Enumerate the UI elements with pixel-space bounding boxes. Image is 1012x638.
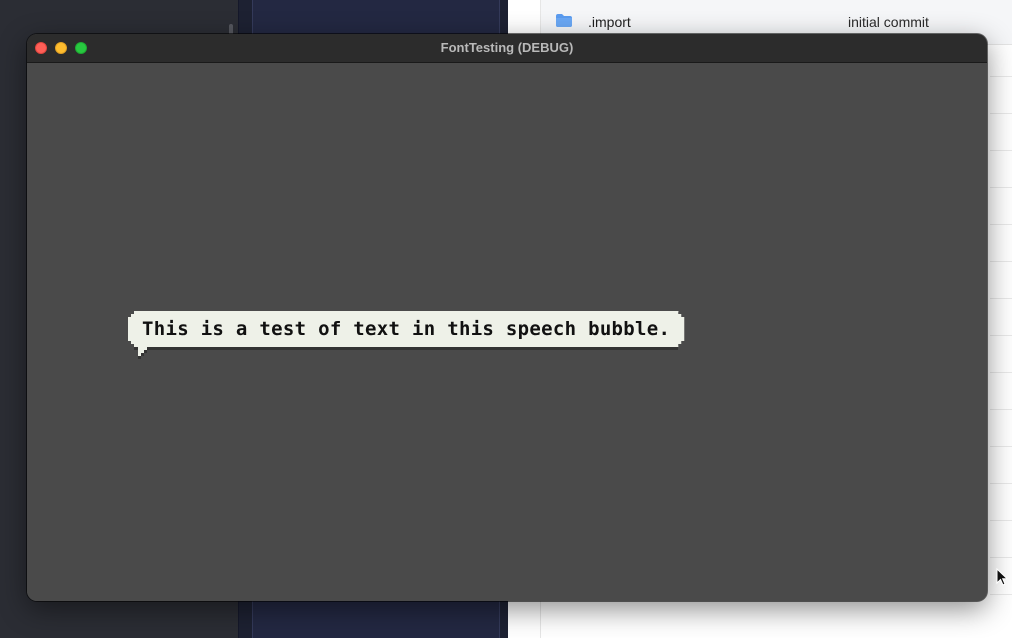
minimize-window-button[interactable] <box>55 42 67 54</box>
speech-bubble-tail <box>138 347 147 359</box>
folder-icon <box>556 14 572 27</box>
file-name[interactable]: .import <box>588 14 631 30</box>
close-window-button[interactable] <box>35 42 47 54</box>
speech-bubble-shadow <box>134 347 679 350</box>
speech-bubble-body: This is a test of text in this speech bu… <box>128 311 684 347</box>
speech-bubble-text: This is a test of text in this speech bu… <box>142 318 671 340</box>
background-file-rows <box>990 40 1012 600</box>
speech-bubble: This is a test of text in this speech bu… <box>128 311 684 359</box>
maximize-window-button[interactable] <box>75 42 87 54</box>
app-window: FontTesting (DEBUG) This is a test of te… <box>27 34 987 601</box>
game-viewport[interactable]: This is a test of text in this speech bu… <box>27 63 987 601</box>
mouse-cursor-icon <box>996 568 1008 586</box>
commit-message: initial commit <box>848 14 929 30</box>
window-titlebar[interactable]: FontTesting (DEBUG) <box>27 34 987 63</box>
window-title: FontTesting (DEBUG) <box>440 40 574 55</box>
